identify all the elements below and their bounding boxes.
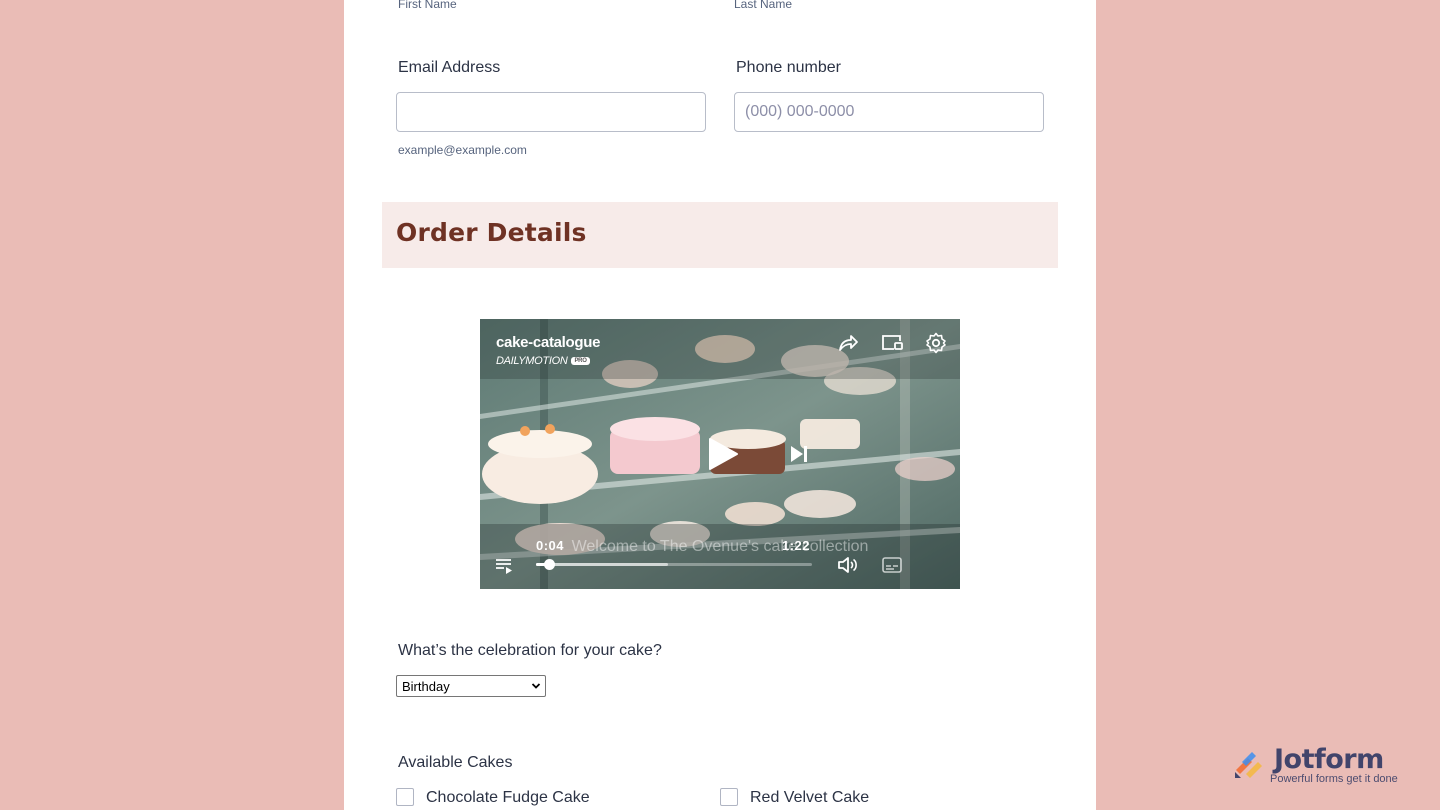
video-progress-handle[interactable]: [543, 559, 555, 570]
jotform-badge[interactable]: Jotform Powerful forms get it done: [1232, 744, 1412, 790]
available-cakes-label: Available Cakes: [398, 754, 513, 771]
last-name-sublabel: Last Name: [734, 0, 793, 11]
playlist-icon[interactable]: [492, 553, 516, 577]
section-header: Order Details: [382, 202, 1058, 268]
video-buffer-bar: [536, 563, 669, 566]
cake-option-label: Red Velvet Cake: [750, 789, 870, 806]
video-current-time: 0:04: [536, 538, 565, 553]
share-icon[interactable]: [836, 331, 860, 355]
checkbox[interactable]: [396, 788, 414, 806]
jotform-logo-icon: [1235, 752, 1262, 778]
chevron-down-icon: [531, 683, 541, 689]
form-card: First Name Last Name Email Address examp…: [344, 0, 1096, 810]
page: First Name Last Name Email Address examp…: [0, 0, 1440, 810]
jotform-tagline: Powerful forms get it done: [1270, 773, 1398, 785]
play-icon[interactable]: [706, 437, 740, 471]
video-brand-badge: PRO: [571, 357, 590, 366]
phone-label: Phone number: [736, 59, 841, 76]
email-field[interactable]: [396, 92, 706, 132]
skip-next-icon[interactable]: [788, 443, 810, 465]
celebration-selected-value: Birthday: [402, 679, 450, 694]
volume-icon[interactable]: [836, 553, 860, 577]
settings-icon[interactable]: [924, 331, 948, 355]
cast-icon[interactable]: [880, 331, 904, 355]
cake-option-label: Chocolate Fudge Cake: [426, 789, 590, 806]
subtitles-icon[interactable]: [880, 553, 904, 577]
video-player[interactable]: cake-catalogue DAILYMOTION PRO Welcome to…: [480, 319, 960, 589]
video-duration: 1:22: [782, 538, 811, 553]
video-brand: DAILYMOTION PRO: [496, 355, 590, 367]
checkbox[interactable]: [720, 788, 738, 806]
video-progress-bar[interactable]: [536, 559, 812, 570]
celebration-select[interactable]: Birthday: [396, 675, 546, 697]
video-title: cake-catalogue: [496, 334, 601, 351]
email-label: Email Address: [398, 59, 501, 76]
section-title: Order Details: [396, 218, 587, 247]
celebration-label: What’s the celebration for your cake?: [398, 642, 662, 659]
first-name-sublabel: First Name: [398, 0, 457, 11]
email-hint: example@example.com: [398, 143, 527, 157]
video-brand-name: DAILYMOTION: [496, 355, 568, 367]
phone-field[interactable]: [734, 92, 1044, 132]
jotform-wordmark: Jotform: [1274, 744, 1384, 775]
